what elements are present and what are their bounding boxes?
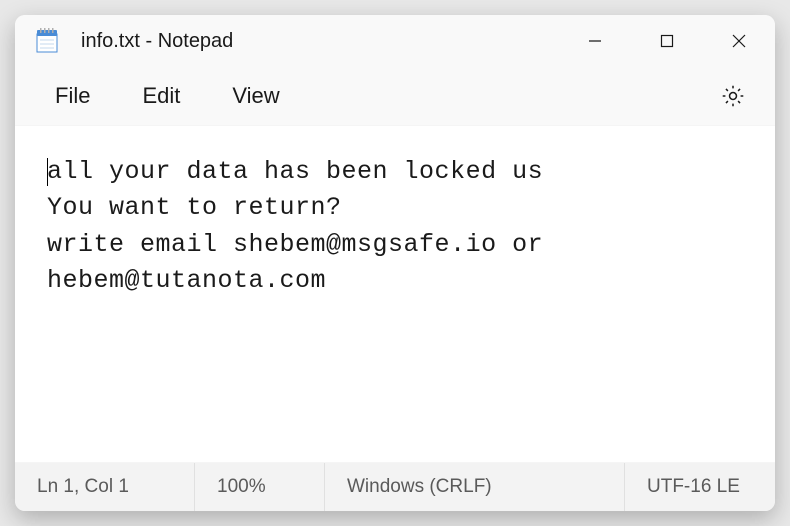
document-text: all your data has been locked us You wan…	[47, 157, 559, 295]
status-position[interactable]: Ln 1, Col 1	[15, 463, 195, 511]
menu-view[interactable]: View	[210, 73, 301, 119]
window-controls	[559, 15, 775, 67]
menu-edit[interactable]: Edit	[120, 73, 202, 119]
notepad-icon	[33, 27, 61, 55]
text-content: all your data has been locked us You wan…	[47, 154, 743, 299]
statusbar: Ln 1, Col 1 100% Windows (CRLF) UTF-16 L…	[15, 463, 775, 511]
notepad-window: PCrisk.com info.txt - Notepad	[15, 15, 775, 511]
window-title: info.txt - Notepad	[81, 30, 559, 53]
close-button[interactable]	[703, 15, 775, 67]
status-encoding[interactable]: UTF-16 LE	[625, 463, 775, 511]
menu-file[interactable]: File	[33, 73, 112, 119]
maximize-button[interactable]	[631, 15, 703, 67]
status-zoom[interactable]: 100%	[195, 463, 325, 511]
menubar: File Edit View	[15, 67, 775, 125]
titlebar: info.txt - Notepad	[15, 15, 775, 67]
text-editor-area[interactable]: all your data has been locked us You wan…	[15, 125, 775, 463]
status-line-ending[interactable]: Windows (CRLF)	[325, 463, 625, 511]
minimize-button[interactable]	[559, 15, 631, 67]
settings-button[interactable]	[709, 72, 757, 120]
